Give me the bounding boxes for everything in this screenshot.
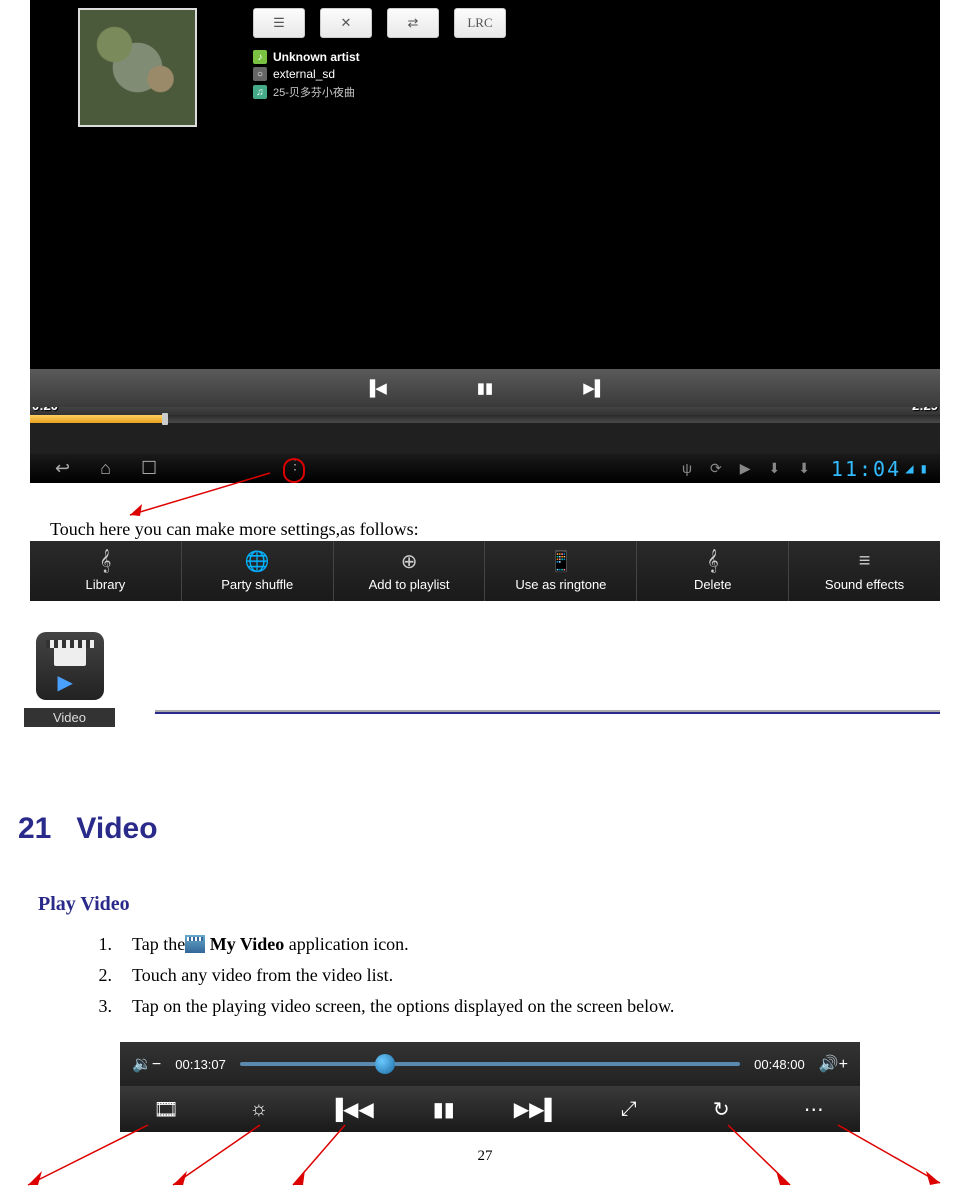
repeat-button[interactable]: ⇄ xyxy=(387,8,439,38)
page-number: 27 xyxy=(0,1148,970,1165)
step1-bold: My Video xyxy=(210,934,285,954)
use-as-ringtone-label: Use as ringtone xyxy=(515,577,606,592)
progress-track[interactable] xyxy=(30,415,940,423)
usb-icon: ψ xyxy=(682,460,692,477)
playback-controls: ▐◀ ▮▮ ▶▌ xyxy=(30,369,940,407)
settings-caption: Touch here you can make more settings,as… xyxy=(50,519,419,540)
brightness-button[interactable]: ☼ xyxy=(229,1098,289,1121)
play-status-icon: ▶ xyxy=(740,460,751,477)
music-options-menu: 𝄞 Library 🌐 Party shuffle ⊕ Add to playlist… xyxy=(30,541,940,601)
step1-text-c: application icon. xyxy=(289,934,409,954)
fullscreen-button[interactable]: ⤢ xyxy=(599,1098,659,1121)
next-button[interactable]: ▶▌ xyxy=(583,379,605,398)
step-number: 1. xyxy=(90,934,112,955)
back-nav-icon[interactable]: ↩ xyxy=(55,458,70,479)
step-2: 2. Touch any video from the video list. xyxy=(90,965,920,986)
delete-icon: 𝄞 xyxy=(707,551,719,573)
storage-icon: ○ xyxy=(253,67,267,81)
player-main-area: ☰ ✕ ⇄ LRC ♪ Unknown artist ○ external_sd ♫… xyxy=(30,0,940,398)
more-options-button[interactable]: ⋯ xyxy=(784,1097,844,1122)
video-next-button[interactable]: ▶▶▌ xyxy=(506,1097,566,1122)
system-clock: 11:04 ◢ ▮ xyxy=(831,457,930,481)
sound-effects-option[interactable]: ≡ Sound effects xyxy=(788,541,940,601)
download-icon-1: ⬇ xyxy=(769,460,781,477)
download-icon-2: ⬇ xyxy=(798,460,810,477)
progress-fill xyxy=(30,415,162,423)
home-nav-icon[interactable]: ⌂ xyxy=(100,458,111,479)
clock-time: 11:04 xyxy=(831,457,901,481)
lrc-button[interactable]: LRC xyxy=(454,8,506,38)
step-3: 3. Tap on the playing video screen, the … xyxy=(90,996,920,1017)
library-label: Library xyxy=(86,577,126,592)
sync-icon: ⟳ xyxy=(710,460,722,477)
arrow-to-menu xyxy=(120,468,280,523)
battery-icon: ▮ xyxy=(920,461,930,477)
sound-effects-label: Sound effects xyxy=(825,577,904,592)
library-option[interactable]: 𝄞 Library xyxy=(30,541,181,601)
player-top-buttons: ☰ ✕ ⇄ LRC xyxy=(253,8,506,38)
add-to-playlist-label: Add to playlist xyxy=(369,577,450,592)
video-current-time: 00:13:07 xyxy=(175,1057,226,1072)
step3-text: Tap on the playing video screen, the opt… xyxy=(132,996,674,1017)
party-shuffle-label: Party shuffle xyxy=(221,577,293,592)
delete-option[interactable]: 𝄞 Delete xyxy=(636,541,788,601)
section-heading: 21 Video xyxy=(18,812,158,846)
video-previous-button[interactable]: ▐◀◀ xyxy=(321,1097,381,1122)
sound-effects-icon: ≡ xyxy=(859,551,871,573)
artist-icon: ♪ xyxy=(253,50,267,64)
pause-button[interactable]: ▮▮ xyxy=(477,379,494,398)
shuffle-button[interactable]: ✕ xyxy=(320,8,372,38)
library-icon: 𝄞 xyxy=(100,551,112,573)
party-shuffle-option[interactable]: 🌐 Party shuffle xyxy=(181,541,333,601)
party-shuffle-icon: 🌐 xyxy=(245,551,270,573)
section-number: 21 xyxy=(18,812,51,845)
step-number: 3. xyxy=(90,996,112,1017)
add-to-playlist-option[interactable]: ⊕ Add to playlist xyxy=(333,541,485,601)
instruction-steps: 1. Tap the My Video application icon. 2.… xyxy=(90,934,920,1027)
track-title: 25-贝多芬小夜曲 xyxy=(273,84,355,100)
album-art xyxy=(78,8,197,127)
my-video-inline-icon xyxy=(185,935,205,953)
use-as-ringtone-option[interactable]: 📱 Use as ringtone xyxy=(484,541,636,601)
sub-heading: Play Video xyxy=(38,893,130,916)
track-metadata: ♪ Unknown artist ○ external_sd ♫ 25-贝多芬小夜曲 xyxy=(253,50,360,103)
wifi-icon: ◢ xyxy=(905,461,915,477)
music-player-screenshot: ☰ ✕ ⇄ LRC ♪ Unknown artist ○ external_sd ♫… xyxy=(30,0,940,483)
step-number: 2. xyxy=(90,965,112,986)
step2-text: Touch any video from the video list. xyxy=(132,965,393,986)
previous-button[interactable]: ▐◀ xyxy=(365,379,387,398)
video-list-button[interactable]: 🎞 xyxy=(136,1097,196,1122)
video-progress-track[interactable] xyxy=(240,1062,740,1066)
volume-down-icon[interactable]: 🔉− xyxy=(132,1054,161,1074)
video-icon-image xyxy=(36,632,104,700)
video-seek-bar: 🔉− 00:13:07 00:48:00 🔊+ xyxy=(120,1042,860,1086)
video-total-time: 00:48:00 xyxy=(754,1057,805,1072)
volume-up-icon[interactable]: 🔊+ xyxy=(819,1054,848,1074)
video-app-icon: Video xyxy=(24,632,115,727)
artist-name: Unknown artist xyxy=(273,50,360,64)
video-icon-label: Video xyxy=(24,708,115,727)
playlist-mode-button[interactable]: ☰ xyxy=(253,8,305,38)
menu-highlight-circle xyxy=(283,458,305,483)
track-icon: ♫ xyxy=(253,85,267,99)
storage-label: external_sd xyxy=(273,67,335,81)
ringtone-icon: 📱 xyxy=(548,551,573,573)
video-controls-screenshot: 🔉− 00:13:07 00:48:00 🔊+ 🎞 ☼ ▐◀◀ ▮▮ ▶▶▌ ⤢… xyxy=(120,1042,860,1132)
video-pause-button[interactable]: ▮▮ xyxy=(414,1097,474,1122)
section-title: Video xyxy=(76,812,157,845)
video-progress-thumb[interactable] xyxy=(375,1054,395,1074)
step-1: 1. Tap the My Video application icon. xyxy=(90,934,920,955)
rotate-button[interactable]: ↻ xyxy=(691,1097,751,1122)
delete-label: Delete xyxy=(694,577,732,592)
add-icon: ⊕ xyxy=(401,551,418,573)
section-divider xyxy=(155,710,940,714)
status-icons: ψ ⟳ ▶ ⬇ ⬇ xyxy=(682,460,810,477)
step1-text-a: Tap the xyxy=(132,934,185,954)
progress-thumb[interactable] xyxy=(162,413,168,425)
